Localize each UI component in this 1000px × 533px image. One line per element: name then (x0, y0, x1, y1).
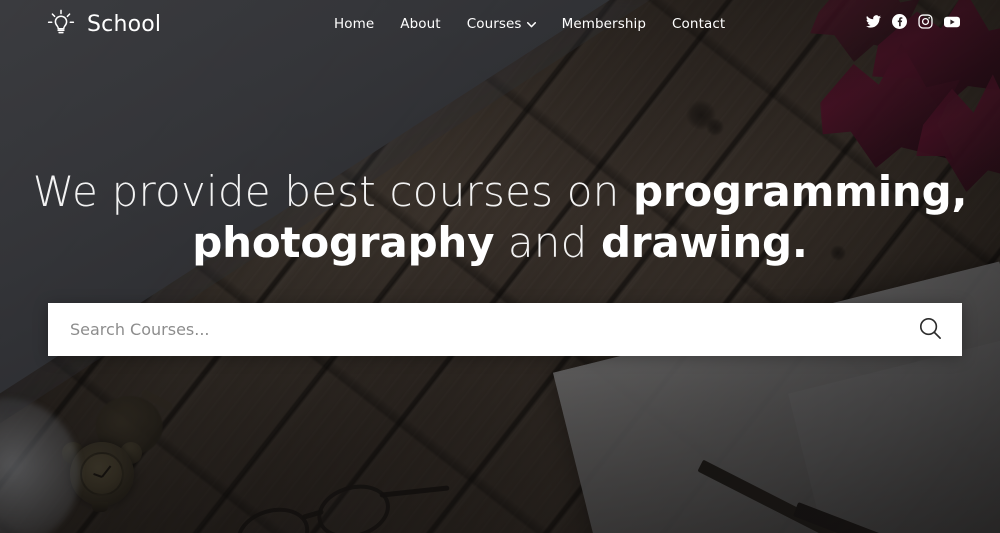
nav-label: Contact (672, 16, 726, 32)
search-button[interactable] (898, 303, 962, 356)
headline-line-2: photography and drawing. (0, 219, 1000, 270)
nav-item-about[interactable]: About (400, 16, 440, 32)
nav-label: Home (334, 16, 375, 32)
twitter-icon[interactable] (866, 14, 881, 34)
nav-item-membership[interactable]: Membership (562, 16, 646, 32)
search-input[interactable] (48, 303, 898, 356)
headline-text-light: We provide best courses on (32, 167, 634, 216)
nav-item-courses[interactable]: Courses (467, 16, 536, 32)
hero-section: School Home About Courses Membership Con… (0, 0, 1000, 533)
facebook-icon[interactable] (892, 14, 907, 34)
nav-label: About (400, 16, 441, 32)
headline-line-1: We provide best courses on programming, (0, 168, 1000, 219)
youtube-icon[interactable] (944, 15, 960, 33)
course-search-bar (48, 303, 962, 356)
nav-label: Membership (561, 16, 647, 32)
brand-name: School (87, 11, 162, 37)
chevron-down-icon (526, 16, 536, 32)
main-navigation: Home About Courses Membership Contact (334, 0, 725, 48)
headline-text-bold: programming, (633, 167, 968, 216)
headline-period: . (791, 218, 808, 267)
headline-text-light: and (494, 218, 602, 267)
headline-text-bold: photography (192, 218, 495, 267)
nav-item-contact[interactable]: Contact (672, 16, 725, 32)
social-links (866, 0, 960, 48)
headline-text-bold: drawing (601, 218, 792, 267)
brand-logo-link[interactable]: School (44, 7, 161, 41)
lightbulb-icon (44, 7, 78, 41)
hero-headline: We provide best courses on programming, … (0, 168, 1000, 270)
search-icon (918, 316, 943, 344)
site-header: School Home About Courses Membership Con… (0, 0, 1000, 48)
instagram-icon[interactable] (918, 14, 933, 34)
nav-item-home[interactable]: Home (334, 16, 374, 32)
nav-label: Courses (466, 16, 522, 32)
